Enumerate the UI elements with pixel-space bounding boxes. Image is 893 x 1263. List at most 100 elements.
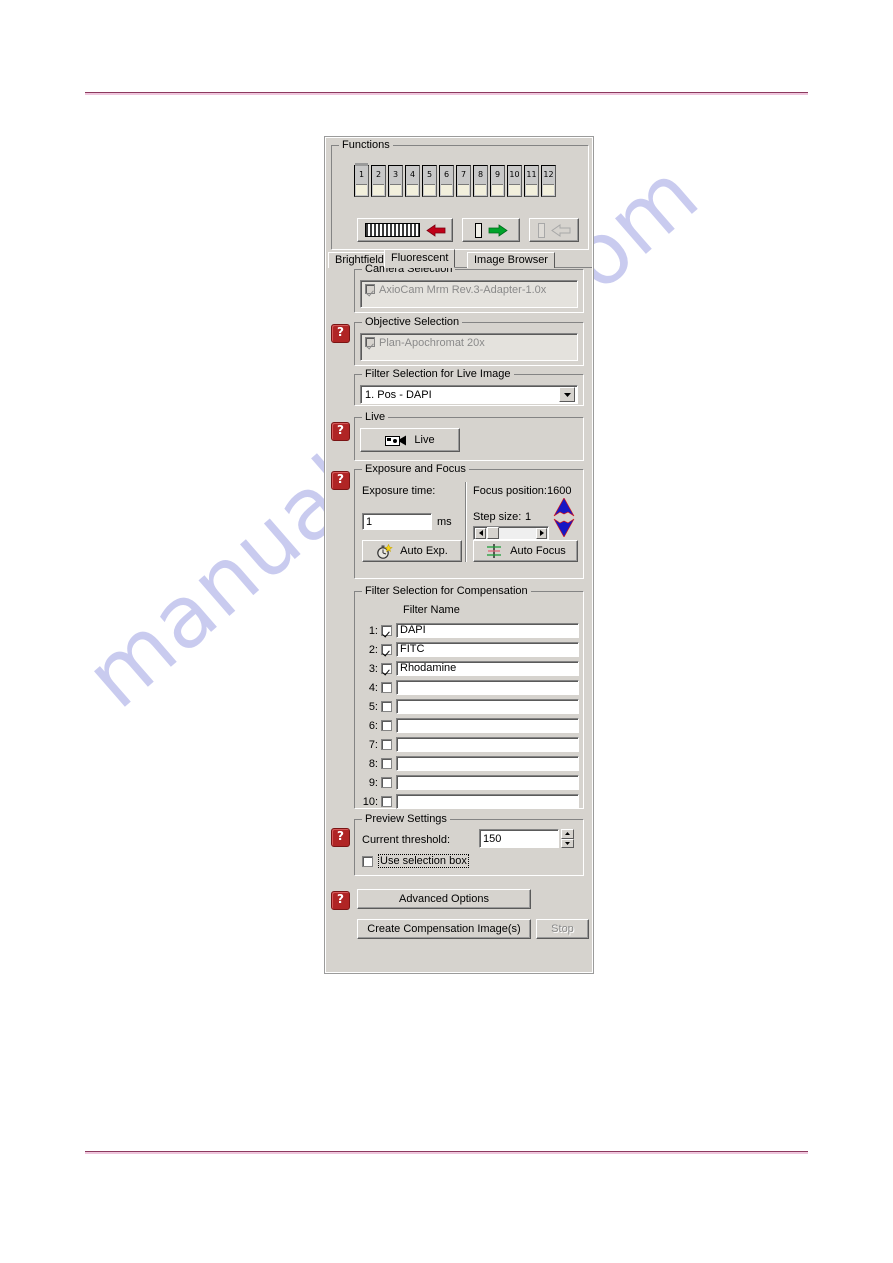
- filter-row-index: 1:: [368, 624, 378, 637]
- slide-rack-icon: [364, 223, 420, 237]
- slide-slot-icon: [373, 184, 384, 195]
- slider-left-arrow-icon[interactable]: [475, 527, 486, 539]
- objective-list[interactable]: Plan-Apochromat 20x: [360, 333, 578, 361]
- slider-thumb[interactable]: [487, 527, 499, 539]
- slide-slot-icon: [526, 184, 537, 195]
- threshold-spinner[interactable]: [561, 829, 574, 848]
- filter-row-name-input[interactable]: [396, 680, 579, 695]
- filter-row-name-input[interactable]: DAPI: [396, 623, 579, 638]
- load-rack-button[interactable]: [357, 218, 453, 242]
- filter-row-checkbox[interactable]: [381, 682, 392, 693]
- step-size-label: Step size:: [473, 511, 522, 523]
- table-row: 3: Rhodamine: [361, 660, 579, 677]
- camera-item-label: AxioCam Mrm Rev.3-Adapter-1.0x: [379, 284, 547, 296]
- filter-row-checkbox[interactable]: [381, 720, 392, 731]
- step-size-value: 1: [525, 511, 532, 523]
- function-slot-7[interactable]: 7: [456, 165, 471, 197]
- filter-name-column-header: Filter Name: [403, 604, 460, 616]
- filter-row-name-input[interactable]: FITC: [396, 642, 579, 657]
- slide-icon: [474, 222, 482, 238]
- unload-slide-button[interactable]: [529, 218, 579, 242]
- focus-down-button[interactable]: [553, 518, 575, 540]
- slide-slot-icon: [475, 184, 486, 195]
- filter-row-name-input[interactable]: [396, 775, 579, 790]
- exposure-focus-group: Exposure and Focus Exposure time: 1 ms A…: [354, 463, 584, 579]
- auto-exposure-button[interactable]: Auto Exp.: [362, 540, 462, 562]
- function-slot-9[interactable]: 9: [490, 165, 505, 197]
- table-row: 4:: [361, 679, 579, 696]
- video-camera-icon: [385, 435, 407, 446]
- spinner-down-icon[interactable]: [561, 838, 574, 848]
- stop-button[interactable]: Stop: [536, 919, 589, 939]
- functions-group: Functions 1 2 3 4 5 6 7 8 9 10 11 12: [331, 139, 589, 250]
- function-slot-label: 9: [491, 166, 504, 184]
- filter-live-combobox[interactable]: 1. Pos - DAPI: [360, 385, 578, 404]
- slide-slot-icon: [543, 184, 554, 195]
- filter-row-checkbox[interactable]: [381, 663, 392, 674]
- filter-row-name-input[interactable]: Rhodamine: [396, 661, 579, 676]
- filter-live-value: 1. Pos - DAPI: [365, 388, 432, 401]
- slide-slot-icon: [492, 184, 503, 195]
- function-slot-label: 7: [457, 166, 470, 184]
- blue-up-arrow-icon: [553, 497, 575, 517]
- use-selection-box-checkbox[interactable]: [362, 855, 373, 867]
- help-icon-preview-settings[interactable]: ?: [331, 828, 350, 847]
- function-slot-8[interactable]: 8: [473, 165, 488, 197]
- filter-row-name-input[interactable]: [396, 794, 579, 809]
- function-slot-label: 5: [423, 166, 436, 184]
- function-slot-5[interactable]: 5: [422, 165, 437, 197]
- filter-row-checkbox[interactable]: [381, 701, 392, 712]
- spinner-up-icon[interactable]: [561, 829, 574, 839]
- function-slot-2[interactable]: 2: [371, 165, 386, 197]
- current-threshold-input[interactable]: 150: [479, 829, 559, 848]
- live-button[interactable]: Live: [360, 428, 460, 452]
- tab-image-browser[interactable]: Image Browser: [467, 252, 555, 268]
- objective-checkbox[interactable]: [365, 337, 375, 347]
- load-slide-button[interactable]: [462, 218, 520, 242]
- camera-checkbox[interactable]: [365, 284, 375, 294]
- function-slot-4[interactable]: 4: [405, 165, 420, 197]
- help-icon-exposure-focus[interactable]: ?: [331, 471, 350, 490]
- exposure-time-label: Exposure time:: [362, 485, 436, 497]
- create-compensation-images-button[interactable]: Create Compensation Image(s): [357, 919, 531, 939]
- filter-row-name-input[interactable]: [396, 756, 579, 771]
- function-slot-label: 8: [474, 166, 487, 184]
- auto-focus-button[interactable]: Auto Focus: [473, 540, 578, 562]
- exposure-time-input[interactable]: 1: [362, 513, 432, 530]
- camera-list[interactable]: AxioCam Mrm Rev.3-Adapter-1.0x: [360, 280, 578, 308]
- filter-row-checkbox[interactable]: [381, 739, 392, 750]
- function-slot-label: 12: [542, 166, 555, 184]
- exposure-time-unit: ms: [437, 516, 452, 528]
- help-icon-objective-selection[interactable]: ?: [331, 324, 350, 343]
- function-slot-12[interactable]: 12: [541, 165, 556, 197]
- function-slot-10[interactable]: 10: [507, 165, 522, 197]
- function-slot-6[interactable]: 6: [439, 165, 454, 197]
- filter-row-index: 8:: [368, 757, 378, 770]
- focus-position-label: Focus position:: [473, 485, 547, 497]
- slider-right-arrow-icon[interactable]: [536, 527, 547, 539]
- focus-up-button[interactable]: [553, 497, 575, 520]
- function-slot-1[interactable]: 1: [354, 163, 369, 197]
- filter-row-name-input[interactable]: [396, 699, 579, 714]
- help-icon-live[interactable]: ?: [331, 422, 350, 441]
- table-row: 10:: [361, 793, 579, 810]
- filter-row-checkbox[interactable]: [381, 777, 392, 788]
- filter-row-checkbox[interactable]: [381, 644, 392, 655]
- filter-row-name-input[interactable]: [396, 737, 579, 752]
- chevron-down-icon[interactable]: [559, 387, 575, 402]
- help-icon-advanced-options[interactable]: ?: [331, 891, 350, 910]
- filter-row-checkbox[interactable]: [381, 758, 392, 769]
- filter-row-checkbox[interactable]: [381, 625, 392, 636]
- slide-slot-icon: [407, 184, 418, 195]
- function-slot-11[interactable]: 11: [524, 165, 539, 197]
- slide-slot-icon: [458, 184, 469, 195]
- tab-fluorescent[interactable]: Fluorescent: [384, 249, 456, 268]
- step-size-slider[interactable]: [473, 526, 549, 540]
- filter-row-name-input[interactable]: [396, 718, 579, 733]
- function-slot-3[interactable]: 3: [388, 165, 403, 197]
- advanced-options-button[interactable]: Advanced Options: [357, 889, 531, 909]
- use-selection-box-row[interactable]: Use selection box: [362, 854, 469, 868]
- focus-position-value: 1600: [547, 485, 572, 497]
- exposure-focus-divider: [465, 482, 467, 562]
- filter-row-checkbox[interactable]: [381, 796, 392, 807]
